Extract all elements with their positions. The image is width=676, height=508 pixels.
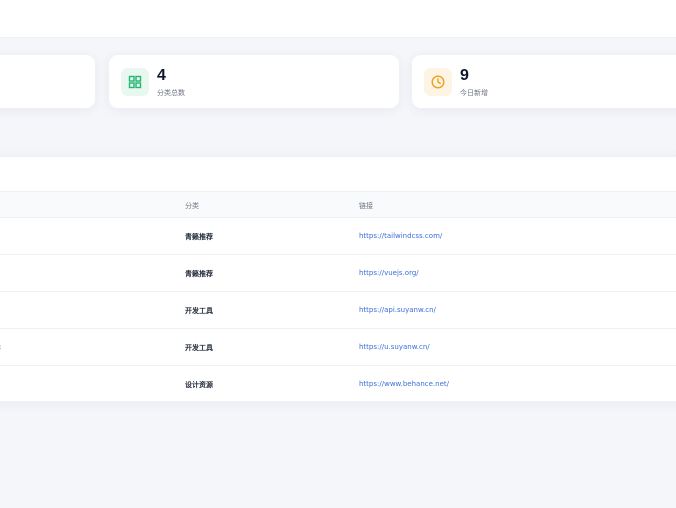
row-link[interactable]: https://vuejs.org/	[359, 269, 419, 277]
row-category: 开发工具	[185, 307, 213, 315]
table-row: 开发工具 https://api.suyanw.cn/	[0, 292, 676, 329]
table-row: 设计资源 https://www.behance.net/	[0, 366, 676, 401]
table-row: 青籁推荐 https://tailwindcss.com/	[0, 218, 676, 255]
row-category: 开发工具	[185, 344, 213, 352]
header-category: 分类	[185, 202, 199, 210]
row-cell-truncated: :	[0, 343, 1, 351]
row-link[interactable]: https://u.suyanw.cn/	[359, 343, 430, 351]
table-header: 分类 链接	[0, 191, 676, 218]
grid-icon	[121, 68, 149, 96]
stat-card-partial	[0, 54, 96, 109]
table-row: 青籁推荐 https://vuejs.org/	[0, 255, 676, 292]
row-category: 设计资源	[185, 381, 213, 389]
row-link[interactable]: https://tailwindcss.com/	[359, 232, 442, 240]
categories-count: 4	[157, 67, 166, 84]
today-new-count: 9	[460, 67, 469, 84]
stat-card-today-new: 9 今日新增	[411, 54, 676, 109]
today-new-label: 今日新增	[460, 89, 488, 97]
categories-label: 分类总数	[157, 89, 185, 97]
stat-card-categories: 4 分类总数	[108, 54, 400, 109]
links-table: 分类 链接 青籁推荐 https://tailwindcss.com/ 青籁推荐…	[0, 156, 676, 402]
table-row: : 开发工具 https://u.suyanw.cn/	[0, 329, 676, 366]
clock-icon	[424, 68, 452, 96]
top-bar	[0, 0, 676, 38]
row-category: 青籁推荐	[185, 270, 213, 278]
row-link[interactable]: https://www.behance.net/	[359, 380, 449, 388]
header-link: 链接	[359, 202, 373, 210]
row-link[interactable]: https://api.suyanw.cn/	[359, 306, 436, 314]
row-category: 青籁推荐	[185, 233, 213, 241]
